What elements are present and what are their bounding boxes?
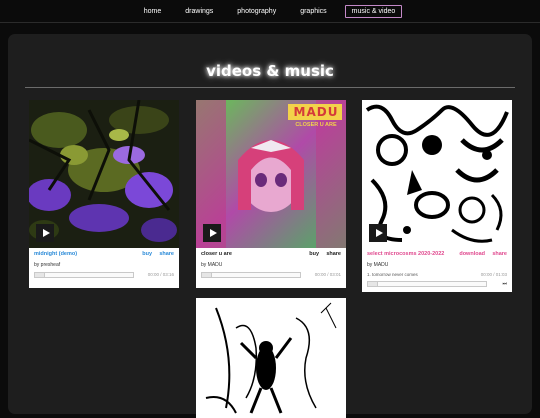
skip-next-icon[interactable]: ⏭ xyxy=(502,281,507,287)
audio-card: MADU CLOSER U ARE closer u are buy share… xyxy=(196,100,346,288)
audio-card: select microcosms 2020-2022 download sha… xyxy=(362,100,512,292)
artist-credit: by presheaf xyxy=(34,262,61,268)
share-link[interactable]: share xyxy=(326,251,341,257)
time-readout: 00:00 / 01:03 xyxy=(480,272,507,277)
nav-music-video[interactable]: music & video xyxy=(344,4,403,18)
cover-image xyxy=(196,298,346,418)
nav-graphics[interactable]: graphics xyxy=(294,6,332,17)
audio-card: midnight (demo) buy share by presheaf 00… xyxy=(29,100,179,288)
track-title[interactable]: closer u are xyxy=(201,251,232,257)
progress-bar[interactable] xyxy=(367,281,487,287)
album-title[interactable]: select microcosms 2020-2022 xyxy=(367,251,444,257)
buy-link[interactable]: buy xyxy=(142,251,152,257)
audio-card xyxy=(196,298,346,418)
progress-bar[interactable] xyxy=(201,272,301,278)
progress-knob[interactable] xyxy=(368,282,378,286)
top-navigation: home drawings photography graphics music… xyxy=(0,0,540,22)
track-header: midnight (demo) buy share xyxy=(34,251,174,260)
download-link[interactable]: download xyxy=(459,251,485,257)
track-header: closer u are buy share xyxy=(201,251,341,260)
play-icon xyxy=(42,229,50,237)
track-title[interactable]: midnight (demo) xyxy=(34,251,77,257)
nav-divider xyxy=(0,22,540,23)
play-button[interactable] xyxy=(203,224,221,242)
cover-brand: MADU xyxy=(293,105,339,119)
nav-home[interactable]: home xyxy=(138,6,168,17)
play-icon xyxy=(375,229,383,237)
cover-art xyxy=(196,298,346,418)
track-header: select microcosms 2020-2022 download sha… xyxy=(367,251,507,260)
progress-knob[interactable] xyxy=(202,273,212,277)
progress-bar[interactable] xyxy=(34,272,134,278)
artist-credit: by MADU xyxy=(201,262,223,268)
share-link[interactable]: share xyxy=(492,251,507,257)
page-title: videos & music xyxy=(206,62,334,80)
nav-drawings[interactable]: drawings xyxy=(179,6,219,17)
track-name[interactable]: 1. tomorrow never comes xyxy=(367,272,418,277)
progress-knob[interactable] xyxy=(35,273,45,277)
play-button[interactable] xyxy=(36,224,54,242)
play-icon xyxy=(209,229,217,237)
tracklist-item[interactable]: 1. tomorrow never comes 00:00 / 01:03 xyxy=(367,272,507,277)
cover-subtitle: CLOSER U ARE xyxy=(295,122,337,128)
time-readout: 00:00 / 03:01 xyxy=(314,272,341,277)
share-link[interactable]: share xyxy=(159,251,174,257)
title-rule xyxy=(25,87,515,88)
play-button[interactable] xyxy=(369,224,387,242)
nav-photography[interactable]: photography xyxy=(231,6,282,17)
artist-credit: by MADU xyxy=(367,262,389,268)
time-readout: 00:00 / 03:16 xyxy=(147,272,174,277)
buy-link[interactable]: buy xyxy=(309,251,319,257)
